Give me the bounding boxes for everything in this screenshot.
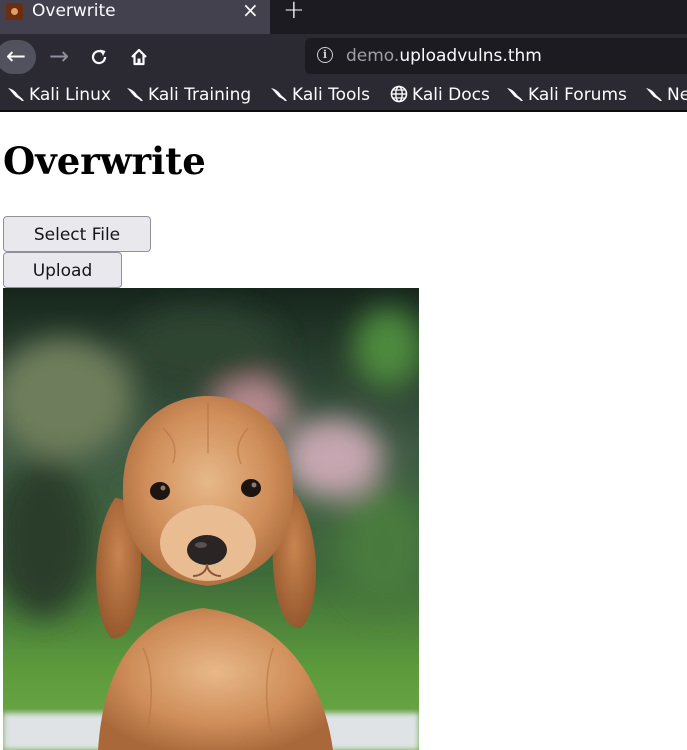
- kali-dragon-icon: [127, 88, 143, 101]
- new-tab-icon[interactable]: +: [283, 0, 305, 24]
- site-info-icon[interactable]: i: [317, 47, 333, 63]
- bookmark-kali-linux[interactable]: Kali Linux: [7, 83, 111, 107]
- forward-arrow-icon[interactable]: →: [45, 40, 73, 74]
- upload-button[interactable]: Upload: [3, 252, 122, 288]
- reload-icon[interactable]: [84, 40, 114, 74]
- tab-overwrite[interactable]: Overwrite ×: [0, 0, 270, 34]
- url-bar[interactable]: i demo.uploadvulns.thm: [305, 38, 687, 74]
- kali-dragon-icon: [646, 88, 662, 101]
- close-tab-icon[interactable]: ×: [242, 0, 259, 21]
- navigation-toolbar: ← → i demo.uploadvulns.thm: [0, 34, 687, 80]
- bookmark-kali-training[interactable]: Kali Training: [126, 83, 251, 107]
- url-text[interactable]: demo.uploadvulns.thm: [346, 46, 542, 66]
- bookmark-kali-docs[interactable]: Kali Docs: [390, 83, 490, 107]
- site-favicon-icon: [6, 3, 23, 20]
- bookmark-netcat-partial[interactable]: Ne: [645, 83, 687, 107]
- tab-title: Overwrite: [32, 1, 116, 21]
- bookmark-kali-forums[interactable]: Kali Forums: [506, 83, 627, 107]
- page-title: Overwrite: [3, 139, 206, 183]
- tab-strip: Overwrite × +: [0, 0, 687, 34]
- home-icon[interactable]: [124, 40, 154, 74]
- kali-dragon-icon: [271, 88, 287, 101]
- puppy-photo: [3, 288, 419, 750]
- back-arrow-icon[interactable]: ←: [0, 40, 36, 74]
- select-file-button[interactable]: Select File: [3, 216, 151, 252]
- kali-dragon-icon: [507, 88, 523, 101]
- bookmarks-toolbar: Kali Linux Kali Training Kali Tools Kali…: [0, 80, 687, 110]
- globe-icon: [390, 85, 408, 103]
- bookmark-kali-tools[interactable]: Kali Tools: [270, 83, 370, 107]
- kali-dragon-icon: [8, 88, 24, 101]
- toolbar-divider: [0, 110, 687, 112]
